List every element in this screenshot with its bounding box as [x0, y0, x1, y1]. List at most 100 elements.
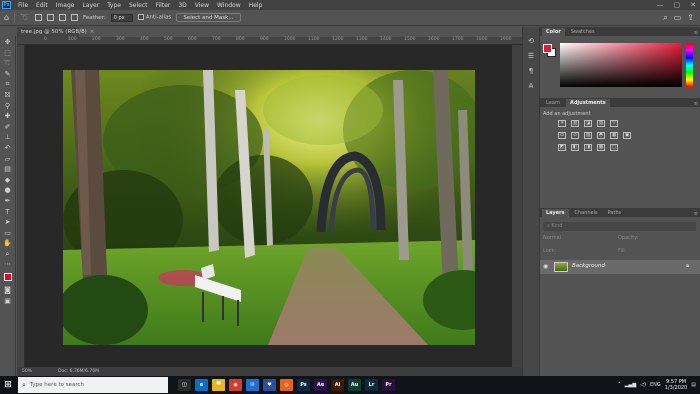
rectangle-tool-icon[interactable]: ▭	[3, 229, 13, 239]
eraser-tool-icon[interactable]: ▱	[3, 155, 13, 165]
menu-type[interactable]: Type	[103, 2, 125, 9]
exposure-icon[interactable]: ▤	[597, 120, 605, 127]
menu-file[interactable]: File	[14, 2, 32, 9]
menu-image[interactable]: Image	[52, 2, 79, 9]
hue-slider[interactable]	[686, 43, 693, 87]
brush-tool-icon[interactable]: ✐	[3, 123, 13, 133]
document-image[interactable]	[63, 70, 475, 345]
dodge-tool-icon[interactable]: ●	[3, 186, 13, 196]
zoom-tool-icon[interactable]: ⌕	[3, 250, 13, 260]
levels-icon[interactable]: ▥	[571, 120, 579, 127]
horizontal-ruler[interactable]: 0 100 200 300 400 500 600 700 800 900 1000 1100 1200…	[17, 37, 522, 45]
notifications-icon[interactable]: ▤	[691, 382, 696, 388]
photo-filter-icon[interactable]: ◓	[597, 132, 605, 139]
eyedropper-tool-icon[interactable]: ⚲	[3, 102, 13, 112]
character-panel-icon[interactable]: A	[529, 82, 534, 90]
lasso-tool-icon[interactable]: ➰	[20, 13, 30, 22]
chevron-up-icon[interactable]: ˄	[618, 382, 621, 388]
curves-icon[interactable]: ◪	[584, 120, 592, 127]
minimize-icon[interactable]: —	[657, 1, 664, 9]
taskbar-app-icon[interactable]: ◫	[178, 379, 191, 391]
blend-mode-select[interactable]: Normal	[543, 235, 561, 241]
taskbar-app-icon[interactable]: e	[195, 379, 208, 391]
network-icon[interactable]: ▂▄▆	[625, 382, 637, 388]
invert-icon[interactable]: ◩	[558, 144, 566, 151]
move-tool-icon[interactable]: ✥	[3, 38, 13, 48]
foreground-color-swatch[interactable]	[543, 44, 552, 53]
tab-color[interactable]: Color	[542, 28, 565, 36]
tab-channels[interactable]: Channels	[571, 209, 602, 217]
marquee-tool-icon[interactable]: ⬚	[3, 49, 13, 59]
maximize-icon[interactable]: ▢	[674, 1, 681, 9]
vertical-scrollbar[interactable]	[512, 45, 522, 367]
tab-learn[interactable]: Learn	[542, 99, 564, 107]
taskbar-app-icon[interactable]: Ae	[314, 379, 327, 391]
layer-row-background[interactable]: ◉ Background 🔒︎	[540, 260, 700, 274]
menu-select[interactable]: Select	[125, 2, 152, 9]
gradient-map-icon[interactable]: ▩	[597, 144, 605, 151]
vertical-ruler[interactable]	[17, 45, 25, 367]
feather-input[interactable]: 0 px	[110, 13, 133, 22]
eye-icon[interactable]: ◉	[543, 263, 548, 270]
subtract-selection-icon[interactable]	[59, 14, 67, 21]
crop-tool-icon[interactable]: ⌗	[3, 80, 13, 90]
taskbar-app-icon[interactable]: Ai	[331, 379, 344, 391]
menu-help[interactable]: Help	[245, 2, 267, 9]
antialias-checkbox[interactable]: Anti-alias	[137, 14, 171, 21]
share-icon[interactable]: ⇪	[687, 13, 694, 23]
volume-icon[interactable]: ◁)	[640, 382, 646, 388]
healing-brush-tool-icon[interactable]: ✚	[3, 112, 13, 122]
menu-view[interactable]: View	[191, 2, 213, 9]
home-icon[interactable]: ⌂	[4, 13, 9, 22]
screen-mode-icon[interactable]: ▣	[3, 297, 13, 307]
add-selection-icon[interactable]	[47, 14, 55, 21]
frame-tool-icon[interactable]: ☒	[3, 91, 13, 101]
menu-window[interactable]: Window	[213, 2, 245, 9]
black-white-icon[interactable]: ▨	[584, 132, 592, 139]
vibrance-icon[interactable]: ▽	[610, 120, 618, 127]
tab-paths[interactable]: Paths	[604, 209, 626, 217]
menu-edit[interactable]: Edit	[32, 2, 52, 9]
panel-menu-icon[interactable]: ≡	[694, 101, 698, 107]
document-tab[interactable]: tree.jpg @ 50% (RGB/8) ×	[17, 27, 94, 37]
lasso-tool-icon[interactable]: ➰	[3, 59, 13, 69]
posterize-icon[interactable]: ◧	[571, 144, 579, 151]
taskbar-clock[interactable]: 9:57 PM 1/3/2020	[665, 379, 687, 391]
language-indicator[interactable]: ENG	[650, 382, 661, 388]
color-lookup-icon[interactable]: ▣	[623, 132, 631, 139]
taskbar-app-icon[interactable]: Ps	[297, 379, 310, 391]
taskbar-app-icon[interactable]: Au	[348, 379, 361, 391]
hand-tool-icon[interactable]: ✋	[3, 239, 13, 249]
start-button[interactable]: ⊞	[0, 376, 16, 394]
quick-select-tool-icon[interactable]: ✎	[3, 70, 13, 80]
taskbar-app-icon[interactable]: ◎	[280, 379, 293, 391]
hue-saturation-icon[interactable]: ⊡	[558, 132, 566, 139]
more-tools-icon[interactable]: ⋯	[3, 260, 13, 270]
taskbar-app-icon[interactable]: Pr	[382, 379, 395, 391]
taskbar-app-icon[interactable]: ▀	[212, 379, 225, 391]
menu-filter[interactable]: Filter	[152, 2, 175, 9]
workspace-icon[interactable]: ▭	[674, 13, 682, 23]
close-icon[interactable]: ✕	[690, 1, 696, 9]
selective-color-icon[interactable]: ▢	[610, 144, 618, 151]
menu-3d[interactable]: 3D	[174, 2, 190, 9]
taskbar-search-box[interactable]: ⌕ Type here to search	[18, 377, 168, 393]
search-icon[interactable]: ⌕	[663, 13, 667, 23]
taskbar-app-icon[interactable]: ✉	[246, 379, 259, 391]
lock-icon[interactable]: 🔒︎	[686, 263, 689, 270]
type-tool-icon[interactable]: T	[3, 208, 13, 218]
threshold-icon[interactable]: ◨	[584, 144, 592, 151]
zoom-level[interactable]: 50%	[22, 369, 32, 374]
taskbar-app-icon[interactable]: ♥	[263, 379, 276, 391]
color-picker-field[interactable]	[560, 43, 682, 87]
taskbar-app-icon[interactable]: ◉	[229, 379, 242, 391]
brightness-contrast-icon[interactable]: ☀	[558, 120, 566, 127]
quick-mask-icon[interactable]: ◙	[3, 286, 13, 296]
menu-layer[interactable]: Layer	[78, 2, 103, 9]
tab-swatches[interactable]: Swatches	[567, 28, 599, 36]
history-panel-icon[interactable]: ⟲	[528, 37, 534, 45]
gradient-tool-icon[interactable]: ▤	[3, 165, 13, 175]
pen-tool-icon[interactable]: ✒	[3, 197, 13, 207]
new-selection-icon[interactable]	[35, 14, 43, 21]
panel-menu-icon[interactable]: ≡	[694, 211, 698, 217]
